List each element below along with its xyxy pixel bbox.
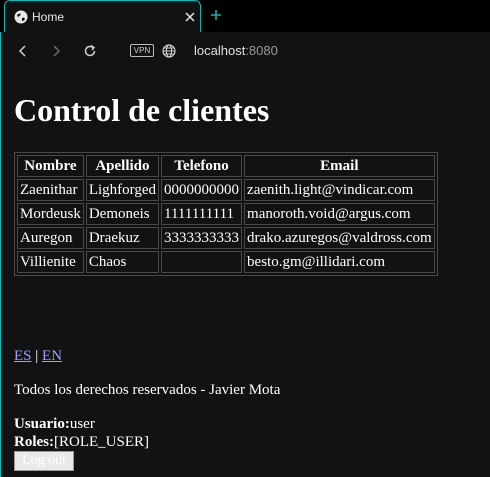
roles-info: Roles:[ROLE_USER] (14, 433, 149, 451)
table-row: Zaenithar Lighforged 0000000000 zaenith.… (17, 179, 435, 201)
column-header: Telefono (161, 155, 243, 177)
page-title: Control de clientes (14, 92, 270, 128)
browser-tab[interactable]: Home (4, 0, 201, 32)
vpn-badge[interactable]: VPN (130, 44, 154, 57)
site-info-icon[interactable] (162, 44, 176, 58)
table-row: Mordeusk Demoneis 1111111111 manoroth.vo… (17, 203, 435, 225)
cell-apellido: Lighforged (85, 179, 160, 201)
cell-apellido: Draekuz (85, 227, 160, 249)
lang-separator: | (31, 348, 43, 364)
cell-email: manoroth.void@argus.com (244, 203, 435, 225)
cell-apellido: Demoneis (85, 203, 160, 225)
table-row: Auregon Draekuz 3333333333 drako.azurego… (17, 227, 435, 249)
globe-icon (14, 10, 28, 24)
cell-email: drako.azuregos@valdross.com (244, 227, 435, 249)
roles-label: Roles: (14, 434, 54, 450)
tab-title: Home (32, 10, 65, 24)
user-info: Usuario:user (14, 415, 95, 433)
logout-button[interactable]: Log out (14, 451, 74, 471)
table-row: Villienite Chaos besto.gm@illidari.com (17, 251, 435, 273)
cell-telefono: 0000000000 (161, 179, 243, 201)
column-header: Nombre (17, 155, 84, 177)
cell-nombre: Villienite (17, 251, 84, 273)
cell-apellido: Chaos (85, 251, 160, 273)
back-icon[interactable] (15, 43, 31, 59)
reload-icon[interactable] (82, 43, 98, 59)
cell-email: zaenith.light@vindicar.com (244, 179, 435, 201)
user-label: Usuario: (14, 416, 70, 432)
column-header: Email (244, 155, 435, 177)
close-icon[interactable] (183, 10, 197, 24)
lang-en-link[interactable]: EN (42, 348, 62, 364)
copyright-text: Todos los derechos reservados - Javier M… (14, 382, 281, 398)
address-port: :8080 (245, 43, 278, 58)
address-bar[interactable]: localhost:8080 (194, 43, 278, 59)
cell-email: besto.gm@illidari.com (244, 251, 435, 273)
roles-value: [ROLE_USER] (54, 434, 149, 450)
new-tab-icon[interactable] (208, 7, 224, 23)
column-header: Apellido (85, 155, 160, 177)
address-host: localhost (194, 43, 246, 58)
page-content: Control de clientes Nombre Apellido Tele… (0, 70, 490, 477)
language-switcher: ES | EN (14, 347, 62, 365)
browser-toolbar: VPN localhost:8080 (0, 32, 490, 70)
cell-telefono (161, 251, 243, 273)
clients-table: Nombre Apellido Telefono Email Zaenithar… (14, 152, 438, 276)
table-header-row: Nombre Apellido Telefono Email (17, 155, 435, 177)
cell-telefono: 1111111111 (161, 203, 243, 225)
user-value: user (69, 416, 95, 432)
tab-bar: Home (0, 0, 490, 32)
forward-icon[interactable] (48, 43, 64, 59)
cell-telefono: 3333333333 (161, 227, 243, 249)
lang-es-link[interactable]: ES (14, 348, 32, 364)
cell-nombre: Zaenithar (17, 179, 84, 201)
cell-nombre: Mordeusk (17, 203, 84, 225)
cell-nombre: Auregon (17, 227, 84, 249)
